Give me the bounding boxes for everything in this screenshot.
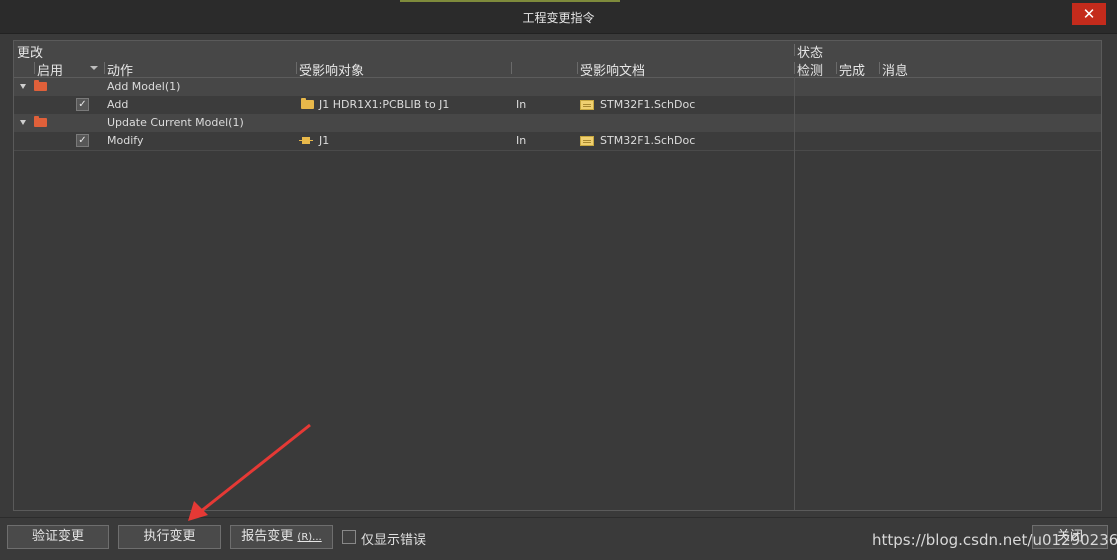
annotation-arrow-icon bbox=[188, 423, 311, 521]
